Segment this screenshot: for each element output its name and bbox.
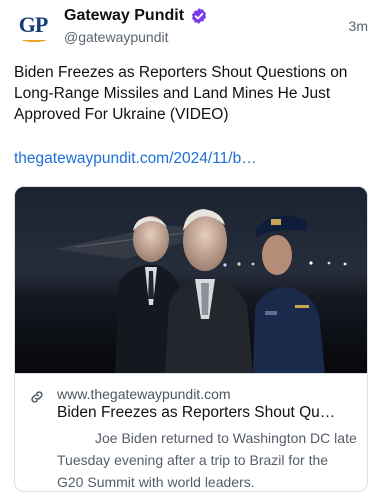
post[interactable]: GP Gateway Pundit @gatewaypundit 3m Bide…: [0, 0, 382, 500]
avatar-logo-text: GP: [18, 12, 49, 37]
card-meta: www.thegatewaypundit.com Biden Freezes a…: [15, 373, 367, 491]
post-link[interactable]: thegatewaypundit.com/2024/11/b…: [14, 150, 368, 168]
verified-badge-icon: [191, 8, 207, 24]
name-row: Gateway Pundit: [64, 6, 208, 26]
link-icon: [31, 391, 43, 403]
timestamp[interactable]: 3m: [349, 18, 368, 34]
post-text: Biden Freezes as Reporters Shout Questio…: [14, 64, 348, 123]
avatar[interactable]: GP: [14, 8, 52, 46]
post-header: GP Gateway Pundit @gatewaypundit 3m: [14, 6, 368, 50]
card-domain: www.thegatewaypundit.com: [57, 386, 231, 402]
photo-airport-tarmac-night: [15, 187, 367, 373]
handle[interactable]: @gatewaypundit: [64, 29, 169, 45]
link-preview-card[interactable]: www.thegatewaypundit.com Biden Freezes a…: [14, 186, 368, 492]
card-image[interactable]: [15, 187, 367, 373]
avatar-swoosh-decoration: [22, 38, 46, 42]
card-title[interactable]: Biden Freezes as Reporters Shout Qu…: [57, 404, 357, 422]
display-name[interactable]: Gateway Pundit: [64, 7, 184, 25]
card-description: Joe Biden returned to Washington DC late…: [57, 430, 357, 490]
